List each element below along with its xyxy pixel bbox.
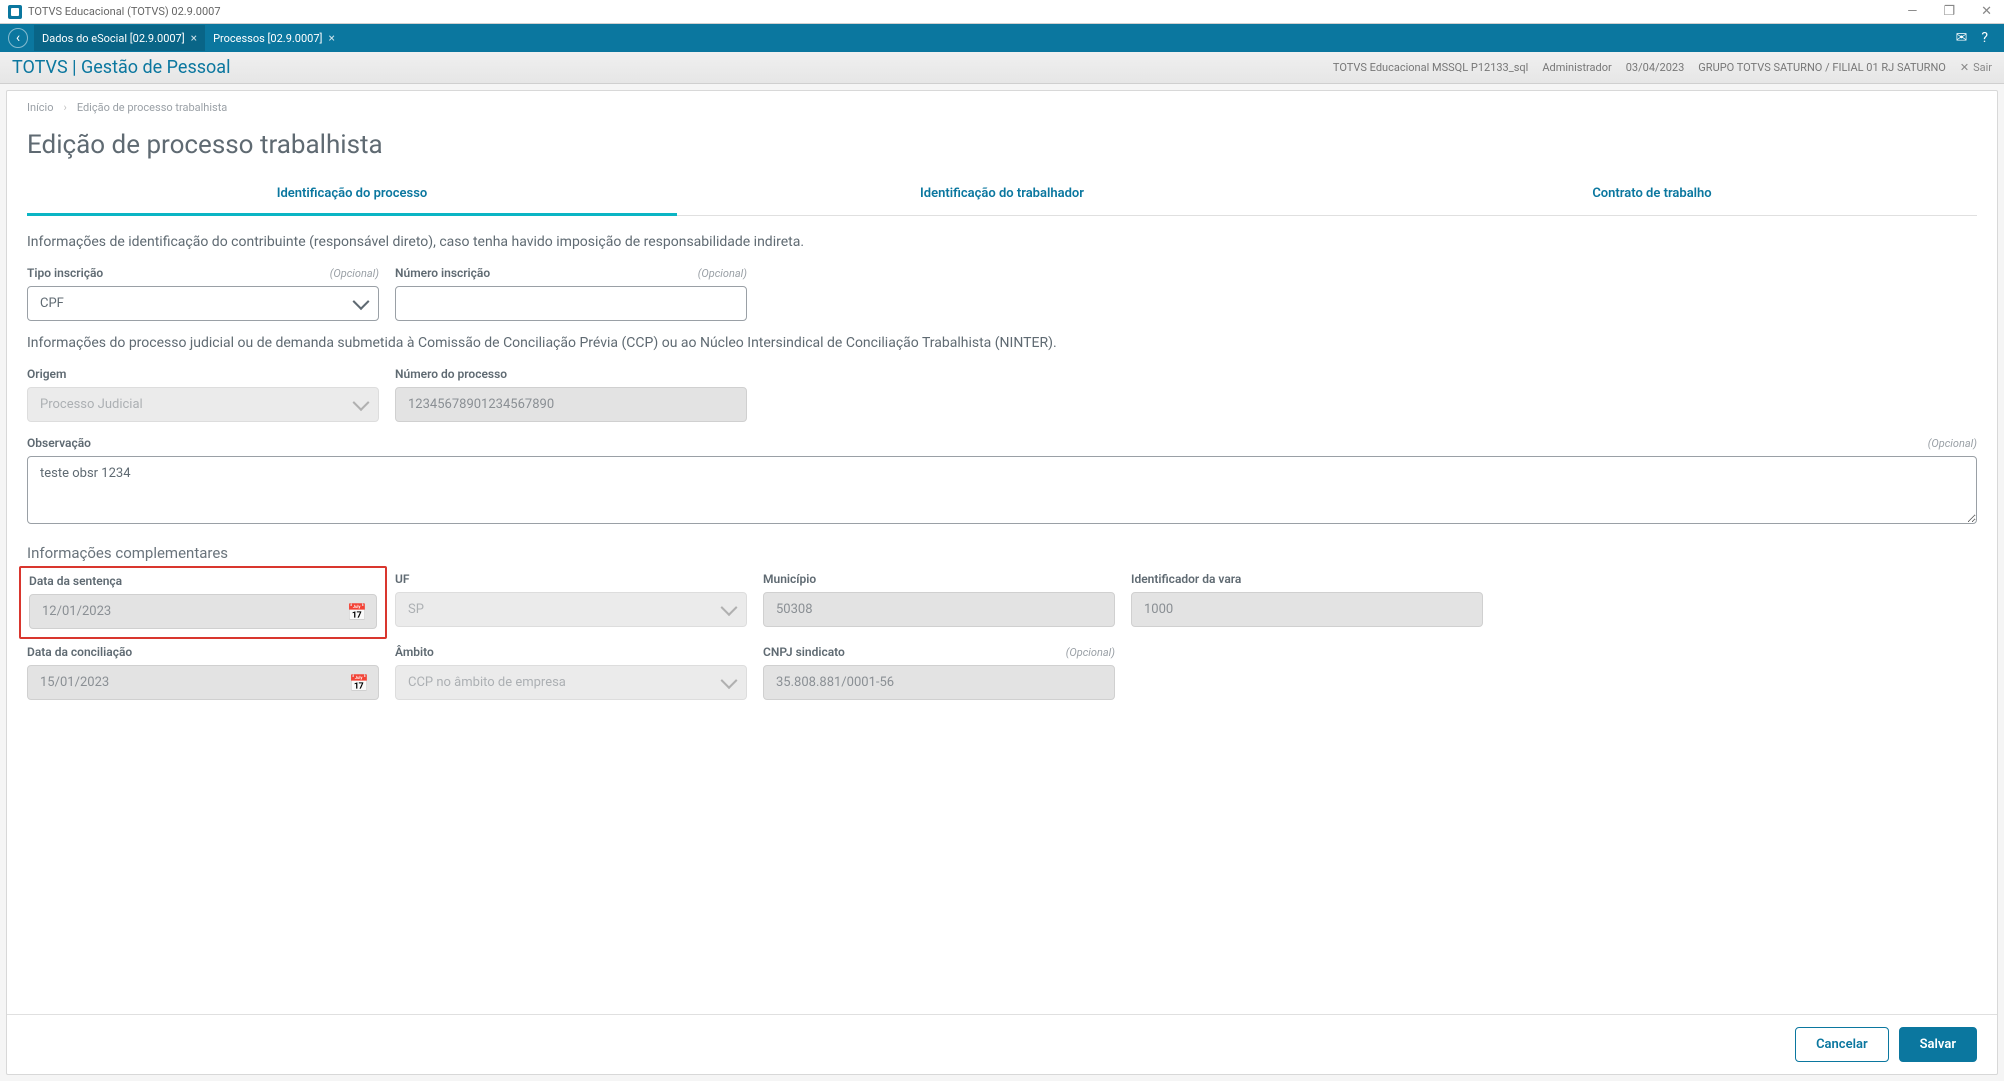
field-uf: UF SP — [395, 572, 747, 631]
breadcrumb-current: Edição de processo trabalhista — [77, 101, 227, 114]
label-uf: UF — [395, 572, 409, 586]
form-area: Informações de identificação do contribu… — [7, 216, 1997, 1014]
window-title: TOTVS Educacional (TOTVS) 02.9.0007 — [28, 5, 221, 18]
subtitle-complementares: Informações complementares — [27, 544, 1977, 562]
form-tabs: Identificação do processo Identificação … — [27, 174, 1977, 216]
breadcrumb: Início Edição de processo trabalhista — [7, 91, 1997, 124]
chevron-right-icon — [64, 101, 67, 114]
close-icon[interactable]: × — [328, 31, 334, 45]
app-tab-label: Dados do eSocial [02.9.0007] — [42, 32, 185, 45]
window-controls: — ❐ ✕ — [1903, 4, 1996, 19]
input-numero-inscricao[interactable] — [395, 286, 747, 321]
app-icon — [8, 5, 22, 19]
field-id-vara: Identificador da vara — [1131, 572, 1483, 631]
user-label: Administrador — [1542, 61, 1611, 74]
exit-button[interactable]: ✕ Sair — [1960, 61, 1992, 74]
minimize-button[interactable]: — — [1903, 4, 1921, 19]
window-titlebar: TOTVS Educacional (TOTVS) 02.9.0007 — ❐ … — [0, 0, 2004, 24]
select-ambito: CCP no âmbito de empresa — [395, 665, 747, 700]
field-numero-inscricao: Número inscrição (Opcional) — [395, 266, 747, 321]
env-label: TOTVS Educacional MSSQL P12133_sql — [1333, 61, 1528, 74]
cancel-button[interactable]: Cancelar — [1795, 1027, 1889, 1062]
tabbar-right-icons: ✉ ? — [1956, 30, 2000, 46]
footer: Cancelar Salvar — [7, 1014, 1997, 1074]
date-label: 03/04/2023 — [1626, 61, 1685, 74]
section-desc-1: Informações de identificação do contribu… — [27, 234, 1977, 250]
header-bar: TOTVS | Gestão de Pessoal TOTVS Educacio… — [0, 52, 2004, 84]
close-button[interactable]: ✕ — [1977, 4, 1996, 19]
input-numero-processo — [395, 387, 747, 422]
maximize-button[interactable]: ❐ — [1939, 4, 1959, 19]
label-id-vara: Identificador da vara — [1131, 572, 1241, 586]
label-observacao: Observação — [27, 436, 91, 450]
field-cnpj-sindicato: CNPJ sindicato (Opcional) — [763, 645, 1115, 700]
field-observacao: Observação (Opcional) teste obsr 1234 — [27, 436, 1977, 524]
field-tipo-inscricao: Tipo inscrição (Opcional) CPF — [27, 266, 379, 321]
field-municipio: Município — [763, 572, 1115, 631]
optional-tag: (Opcional) — [330, 267, 379, 280]
field-numero-processo: Número do processo — [395, 367, 747, 422]
label-ambito: Âmbito — [395, 645, 434, 659]
optional-tag: (Opcional) — [1066, 646, 1115, 659]
tab-identificacao-trabalhador[interactable]: Identificação do trabalhador — [677, 174, 1327, 215]
optional-tag: (Opcional) — [1928, 437, 1977, 450]
company-label: GRUPO TOTVS SATURNO / FILIAL 01 RJ SATUR… — [1698, 61, 1946, 74]
app-tab-bar: Dados do eSocial [02.9.0007] × Processos… — [0, 24, 2004, 52]
tab-identificacao-processo[interactable]: Identificação do processo — [27, 174, 677, 215]
page-title: Edição de processo trabalhista — [7, 124, 1997, 174]
highlight-data-sentenca: Data da sentença 📅 — [19, 566, 387, 639]
field-origem: Origem Processo Judicial — [27, 367, 379, 422]
field-data-conciliacao: Data da conciliação 📅 — [27, 645, 379, 700]
header-meta: TOTVS Educacional MSSQL P12133_sql Admin… — [1333, 61, 1992, 74]
save-button[interactable]: Salvar — [1899, 1027, 1977, 1062]
input-id-vara — [1131, 592, 1483, 627]
breadcrumb-home[interactable]: Início — [27, 101, 54, 114]
back-icon[interactable] — [8, 28, 28, 48]
optional-tag: (Opcional) — [698, 267, 747, 280]
label-numero-processo: Número do processo — [395, 367, 507, 381]
content-wrapper: Início Edição de processo trabalhista Ed… — [6, 90, 1998, 1075]
label-municipio: Município — [763, 572, 816, 586]
input-data-sentenca — [29, 594, 377, 629]
label-data-sentenca: Data da sentença — [29, 574, 122, 588]
brand-title: TOTVS | Gestão de Pessoal — [12, 57, 230, 78]
close-icon[interactable]: × — [191, 31, 197, 45]
section-desc-2: Informações do processo judicial ou de d… — [27, 335, 1977, 351]
help-icon[interactable]: ? — [1981, 30, 1988, 46]
label-origem: Origem — [27, 367, 66, 381]
field-ambito: Âmbito CCP no âmbito de empresa — [395, 645, 747, 700]
app-tab-esocial[interactable]: Dados do eSocial [02.9.0007] × — [34, 25, 205, 51]
input-data-conciliacao — [27, 665, 379, 700]
app-tab-label: Processos [02.9.0007] — [213, 32, 322, 45]
select-origem: Processo Judicial — [27, 387, 379, 422]
textarea-observacao[interactable]: teste obsr 1234 — [27, 456, 1977, 524]
tab-contrato-trabalho[interactable]: Contrato de trabalho — [1327, 174, 1977, 215]
app-tab-processos[interactable]: Processos [02.9.0007] × — [205, 25, 343, 51]
select-tipo-inscricao[interactable]: CPF — [27, 286, 379, 321]
label-tipo-inscricao: Tipo inscrição — [27, 266, 103, 280]
mail-icon[interactable]: ✉ — [1956, 30, 1968, 46]
label-numero-inscricao: Número inscrição — [395, 266, 490, 280]
field-data-sentenca: Data da sentença 📅 — [27, 572, 379, 631]
input-municipio — [763, 592, 1115, 627]
label-cnpj-sindicato: CNPJ sindicato — [763, 645, 845, 659]
select-uf: SP — [395, 592, 747, 627]
label-data-conciliacao: Data da conciliação — [27, 645, 132, 659]
input-cnpj-sindicato — [763, 665, 1115, 700]
